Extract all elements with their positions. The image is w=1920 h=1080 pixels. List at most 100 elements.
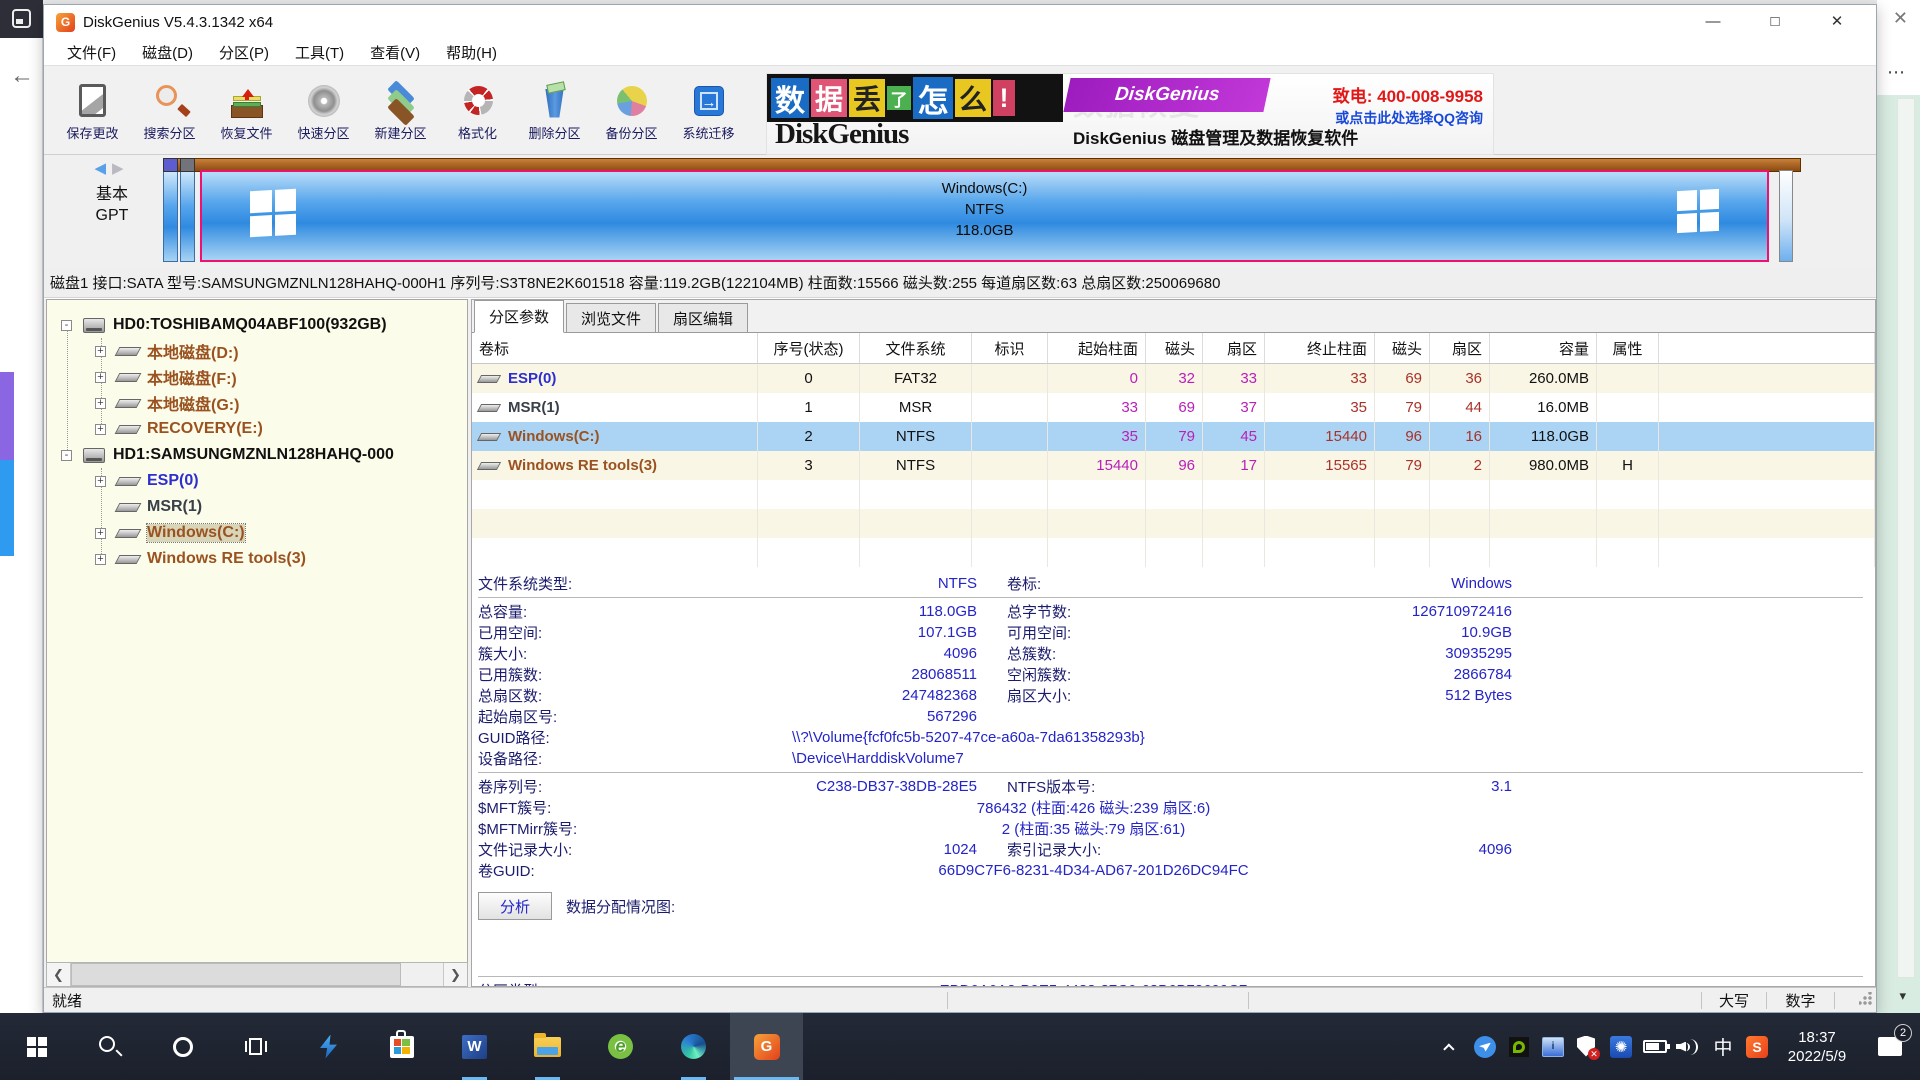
col-filesystem[interactable]: 文件系统	[860, 333, 972, 363]
quick-partition-button[interactable]: 快速分区	[285, 66, 362, 154]
tree-item-local-d[interactable]: + 本地磁盘(D:)	[47, 338, 467, 364]
background-scrollbar[interactable]	[1897, 98, 1915, 978]
menu-partition[interactable]: 分区(P)	[206, 42, 282, 63]
next-disk-icon[interactable]: ▶	[112, 160, 130, 177]
menu-view[interactable]: 查看(V)	[357, 42, 433, 63]
taskbar-app-explorer[interactable]	[511, 1013, 584, 1080]
scrollbar-thumb[interactable]	[71, 963, 401, 986]
tray-intel-graphics[interactable]: i	[1536, 1037, 1570, 1057]
tray-sogou[interactable]: S	[1740, 1036, 1774, 1058]
background-window-left-edge: ←	[0, 0, 43, 1013]
menu-disk[interactable]: 磁盘(D)	[129, 42, 206, 63]
save-changes-icon	[75, 83, 111, 119]
tree-item-windows-re[interactable]: + Windows RE tools(3)	[47, 546, 467, 572]
table-header: 卷标 序号(状态) 文件系统 标识 起始柱面 磁头 扇区 终止柱面 磁头 扇区 …	[472, 333, 1875, 364]
menu-help[interactable]: 帮助(H)	[433, 42, 510, 63]
format-icon	[460, 83, 496, 119]
partition-icon	[115, 503, 142, 512]
detail-row: 卷序列号:C238-DB37-38DB-28E5 NTFS版本号:3.1	[478, 776, 1875, 797]
col-volume-label[interactable]: 卷标	[472, 333, 758, 363]
tray-expand-button[interactable]	[1434, 1043, 1468, 1051]
taskbar-app-ie[interactable]: e	[584, 1013, 657, 1080]
search-partition-button[interactable]: 搜索分区	[131, 66, 208, 154]
partition-bar-msr[interactable]	[180, 158, 195, 262]
table-row-windows-c-selected[interactable]: Windows(C:) 2 NTFS 35 79 45 15440 96 16 …	[472, 422, 1875, 451]
taskbar-app-word[interactable]: W	[438, 1013, 511, 1080]
tray-app-bird[interactable]	[1468, 1036, 1502, 1058]
maximize-button[interactable]: □	[1744, 5, 1806, 39]
save-changes-button[interactable]: 保存更改	[54, 66, 131, 154]
col-index-status[interactable]: 序号(状态)	[758, 333, 860, 363]
back-arrow-icon[interactable]: ←	[10, 62, 34, 90]
background-more-icon[interactable]: ⋯	[1887, 62, 1906, 83]
tree-item-esp[interactable]: + ESP(0)	[47, 468, 467, 494]
store-icon	[390, 1036, 414, 1058]
table-row-windows-re[interactable]: Windows RE tools(3) 3 NTFS 15440 96 17 1…	[472, 451, 1875, 480]
ad-banner[interactable]: 数 据 丢 了 怎 么 ! 数据恢复 DiskGenius DiskGenius…	[766, 73, 1494, 155]
new-partition-button[interactable]: 新建分区	[362, 66, 439, 154]
system-migration-button[interactable]: → 系统迁移	[670, 66, 747, 154]
recover-files-button[interactable]: 恢复文件	[208, 66, 285, 154]
tree-item-hd0[interactable]: - HD0:TOSHIBAMQ04ABF100(932GB)	[47, 312, 467, 338]
task-view-button[interactable]	[219, 1013, 292, 1080]
scroll-left-icon[interactable]: ❮	[47, 963, 71, 986]
col-attributes[interactable]: 属性	[1597, 333, 1659, 363]
resize-grip[interactable]	[1835, 992, 1876, 1008]
tree-item-local-f[interactable]: + 本地磁盘(F:)	[47, 364, 467, 390]
scroll-right-icon[interactable]: ❯	[443, 963, 467, 986]
speaker-icon	[1676, 1036, 1702, 1058]
taskbar-app-edge[interactable]	[657, 1013, 730, 1080]
partition-bar-windows-c[interactable]: Windows(C:) NTFS 118.0GB	[200, 170, 1769, 262]
tray-volume[interactable]	[1672, 1036, 1706, 1058]
start-button[interactable]	[0, 1013, 73, 1080]
col-capacity[interactable]: 容量	[1490, 333, 1597, 363]
backup-partition-button[interactable]: 备份分区	[593, 66, 670, 154]
action-center-button[interactable]: 2	[1860, 1037, 1920, 1056]
partition-bar-free[interactable]	[1779, 170, 1793, 262]
col-flag[interactable]: 标识	[972, 333, 1048, 363]
tree-item-recovery-e[interactable]: + RECOVERY(E:)	[47, 416, 467, 442]
col-end-head[interactable]: 磁头	[1375, 333, 1430, 363]
background-close-icon[interactable]: ✕	[1893, 8, 1908, 29]
col-end-sector[interactable]: 扇区	[1430, 333, 1490, 363]
titlebar[interactable]: G DiskGenius V5.4.3.1342 x64 — □ ✕	[44, 5, 1876, 39]
ad-qq-link[interactable]: 或点击此处选择QQ咨询	[1335, 108, 1483, 128]
taskbar-app-store[interactable]	[365, 1013, 438, 1080]
col-start-head[interactable]: 磁头	[1146, 333, 1203, 363]
col-start-sector[interactable]: 扇区	[1203, 333, 1265, 363]
tray-defender[interactable]: ✕	[1570, 1036, 1604, 1058]
tab-partition-params[interactable]: 分区参数	[474, 300, 564, 333]
menu-tools[interactable]: 工具(T)	[282, 42, 357, 63]
table-row-esp[interactable]: ESP(0) 0 FAT32 0 32 33 33 69 36 260.0MB	[472, 364, 1875, 393]
tab-sector-edit[interactable]: 扇区编辑	[658, 303, 748, 332]
analyze-button[interactable]: 分析	[478, 892, 552, 920]
tree-horizontal-scrollbar[interactable]: ❮ ❯	[46, 962, 468, 987]
tray-battery[interactable]	[1638, 1040, 1672, 1053]
tray-nvidia[interactable]	[1502, 1037, 1536, 1057]
taskbar-app-diskgenius-active[interactable]: G	[730, 1013, 803, 1080]
tree-item-windows-c[interactable]: + Windows(C:)	[47, 520, 467, 546]
taskbar-clock[interactable]: 18:37 2022/5/9	[1774, 1028, 1860, 1066]
taskbar-search-button[interactable]	[73, 1013, 146, 1080]
tray-snowflake-app[interactable]: ✺	[1604, 1036, 1638, 1058]
col-end-cylinder[interactable]: 终止柱面	[1265, 333, 1375, 363]
tree-item-local-g[interactable]: + 本地磁盘(G:)	[47, 390, 467, 416]
delete-partition-button[interactable]: 删除分区	[516, 66, 593, 154]
tree-item-hd1[interactable]: - HD1:SAMSUNGMZNLN128HAHQ-000	[47, 442, 467, 468]
close-button[interactable]: ✕	[1806, 5, 1868, 39]
cortana-button[interactable]	[146, 1013, 219, 1080]
prev-disk-icon[interactable]: ◀	[94, 160, 112, 177]
table-row-msr[interactable]: MSR(1) 1 MSR 33 69 37 35 79 44 16.0MB	[472, 393, 1875, 422]
disk-icon	[83, 318, 105, 333]
minimize-button[interactable]: —	[1682, 5, 1744, 39]
tree-item-msr[interactable]: MSR(1)	[47, 494, 467, 520]
col-start-cylinder[interactable]: 起始柱面	[1048, 333, 1146, 363]
tray-ime[interactable]: 中	[1706, 1033, 1740, 1060]
menu-file[interactable]: 文件(F)	[54, 42, 129, 63]
partition-bar-esp[interactable]	[163, 158, 178, 262]
tab-browse-files[interactable]: 浏览文件	[566, 303, 656, 332]
clock-time: 18:37	[1774, 1028, 1860, 1047]
new-partition-icon	[383, 83, 419, 119]
taskbar-app-lightning[interactable]	[292, 1013, 365, 1080]
format-button[interactable]: 格式化	[439, 66, 516, 154]
